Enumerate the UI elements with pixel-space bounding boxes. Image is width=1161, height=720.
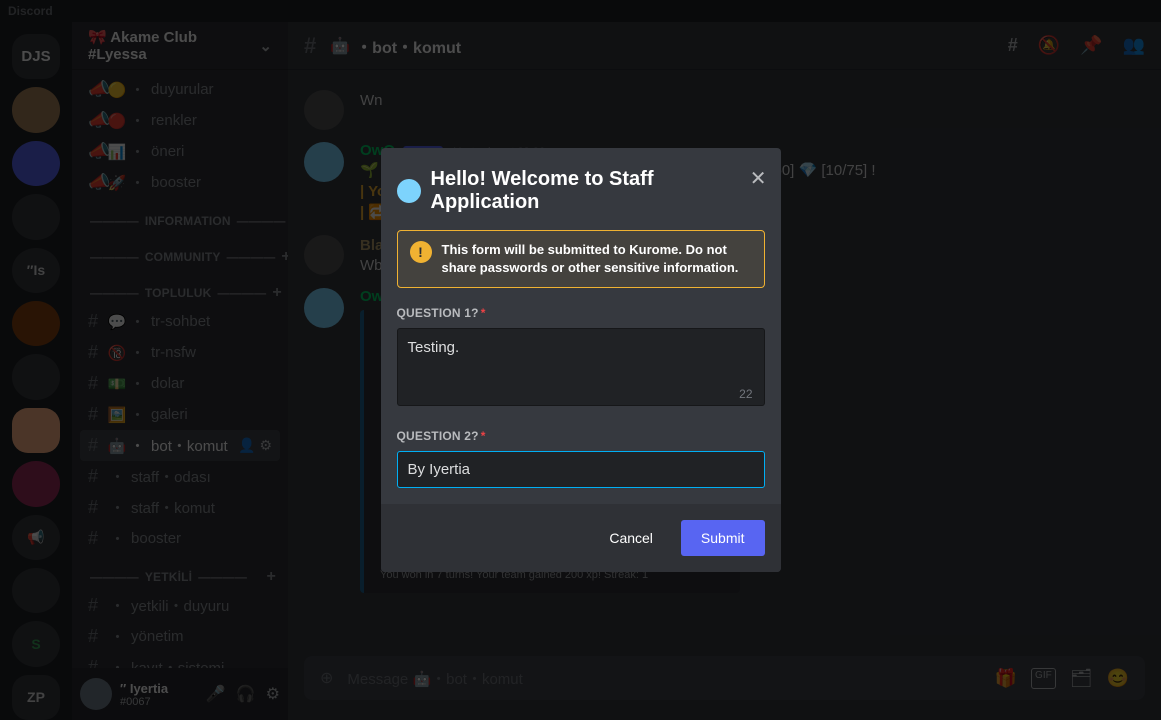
modal: Hello! Welcome to Staff Application ✕ ! …	[381, 148, 781, 572]
char-count: 22	[739, 387, 752, 401]
submit-button[interactable]: Submit	[681, 520, 765, 556]
warning-box: ! This form will be submitted to Kurome.…	[397, 230, 765, 288]
warning-text: This form will be submitted to Kurome. D…	[442, 241, 752, 277]
warning-icon: !	[410, 241, 432, 263]
q1-label: QUESTION 1?*	[397, 306, 765, 320]
q2-input[interactable]	[397, 451, 765, 488]
modal-icon	[397, 179, 421, 203]
q2-label: QUESTION 2?*	[397, 429, 765, 443]
cancel-button[interactable]: Cancel	[589, 520, 673, 556]
modal-overlay: Hello! Welcome to Staff Application ✕ ! …	[0, 0, 1161, 720]
close-icon[interactable]: ✕	[750, 166, 767, 191]
q1-input[interactable]	[397, 328, 765, 406]
modal-title: Hello! Welcome to Staff Application	[431, 168, 765, 214]
